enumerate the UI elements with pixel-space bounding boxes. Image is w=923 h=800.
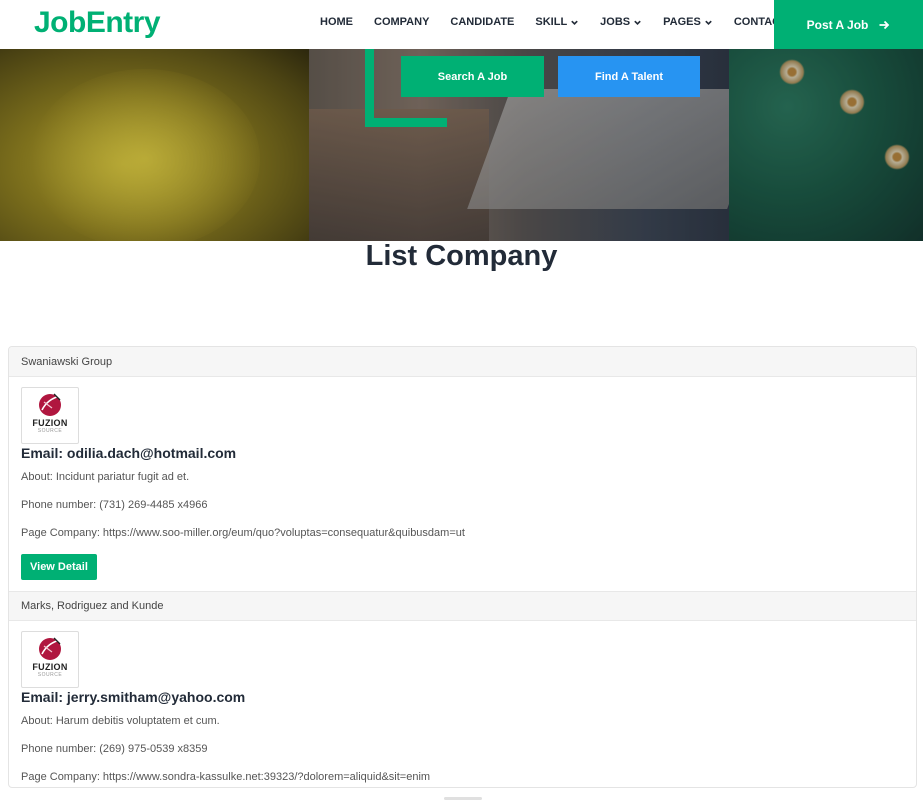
post-job-button[interactable]: Post A Job	[774, 0, 923, 49]
company-card: Marks, Rodriguez and Kunde FUZION SOURCE…	[9, 591, 916, 787]
nav-item-jobs[interactable]: JOBS	[600, 16, 642, 28]
page-title: List Company	[365, 240, 558, 272]
chevron-down-icon	[705, 20, 712, 25]
nav-label: HOME	[320, 16, 353, 28]
company-phone: Phone number: (731) 269-4485 x4966	[21, 499, 208, 511]
company-about: About: Harum debitis voluptatem et cum.	[21, 715, 220, 727]
company-email: Email: odilia.dach@hotmail.com	[21, 445, 237, 461]
find-talent-button[interactable]: Find A Talent	[558, 56, 700, 97]
nav-label: PAGES	[663, 16, 701, 28]
company-name: Marks, Rodriguez and Kunde	[9, 591, 916, 621]
fuzion-logo-icon	[39, 637, 61, 660]
company-card: Swaniawski Group FUZION SOURCE Email: od…	[9, 347, 916, 591]
nav-label: COMPANY	[374, 16, 430, 28]
main-nav: HOME COMPANY CANDIDATE SKILL JOBS PAGES …	[320, 16, 808, 28]
company-page: Page Company: https://www.sondra-kassulk…	[21, 771, 431, 783]
nav-label: CANDIDATE	[450, 16, 515, 28]
company-page: Page Company: https://www.soo-miller.org…	[21, 527, 465, 539]
hero-image-left	[0, 49, 309, 241]
nav-item-skill[interactable]: SKILL	[535, 16, 579, 28]
company-email: Email: jerry.smitham@yahoo.com	[21, 689, 246, 705]
company-about: About: Incidunt pariatur fugit ad et.	[21, 471, 190, 483]
company-list: Swaniawski Group FUZION SOURCE Email: od…	[8, 346, 917, 788]
nav-label: SKILL	[535, 16, 568, 28]
post-job-label: Post A Job	[806, 17, 869, 32]
site-header: JobEntry HOME COMPANY CANDIDATE SKILL JO…	[0, 0, 923, 49]
chevron-down-icon	[571, 20, 578, 25]
company-phone: Phone number: (269) 975-0539 x8359	[21, 743, 208, 755]
view-detail-button[interactable]: View Detail	[21, 554, 97, 580]
nav-item-company[interactable]: COMPANY	[374, 16, 429, 28]
company-logo: FUZION SOURCE	[21, 387, 79, 444]
site-logo[interactable]: JobEntry	[34, 6, 161, 40]
nav-item-candidate[interactable]: CANDIDATE	[450, 16, 514, 28]
company-name: Swaniawski Group	[9, 347, 916, 377]
nav-item-pages[interactable]: PAGES	[663, 16, 713, 28]
chevron-down-icon	[634, 20, 641, 25]
search-job-button[interactable]: Search A Job	[401, 56, 544, 97]
hero-banner: Search A Job Find A Talent	[0, 49, 923, 241]
company-logo: FUZION SOURCE	[21, 631, 79, 688]
nav-item-home[interactable]: HOME	[320, 16, 353, 28]
nav-label: JOBS	[600, 16, 631, 28]
arrow-right-icon	[879, 20, 890, 29]
fuzion-logo-icon	[39, 393, 61, 416]
